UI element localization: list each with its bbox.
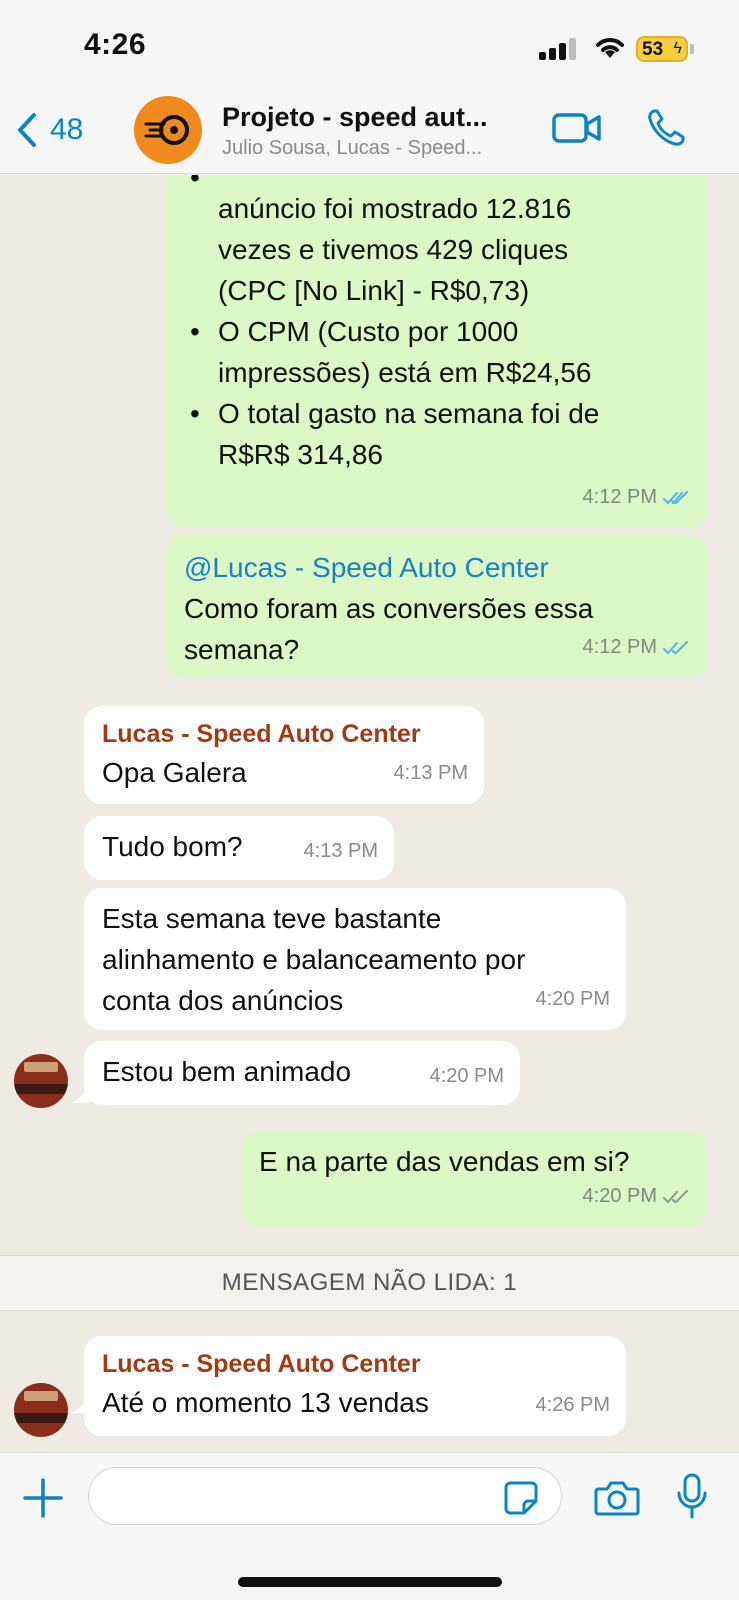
charging-icon: ϟ <box>673 40 682 57</box>
home-indicator <box>238 1577 502 1587</box>
message-meta: 4:20 PM <box>536 979 610 1020</box>
bullet-partial: anúncio foi mostrado 12.816 vezes e tive… <box>184 175 689 311</box>
message-time: 4:26 PM <box>535 1394 610 1416</box>
message-meta: 4:12 PM <box>583 477 691 518</box>
chat-participants[interactable]: Julio Sousa, Lucas - Speed... <box>222 137 482 160</box>
speed-logo-icon <box>144 115 189 145</box>
unread-divider: MENSAGEM NÃO LIDA: 1 <box>0 1255 739 1311</box>
group-avatar[interactable] <box>134 96 202 164</box>
message-bubble-incoming[interactable]: Lucas - Speed Auto Center Até o momento … <box>84 1336 626 1436</box>
cut-off-line <box>218 175 689 188</box>
message-bubble-incoming[interactable]: Lucas - Speed Auto Center Opa Galera 4:1… <box>84 706 484 804</box>
composer-bar <box>0 1452 739 1600</box>
message-bubble-outgoing[interactable]: E na parte das vendas em si? 4:20 PM <box>241 1131 707 1227</box>
avatar-sign <box>24 1391 58 1401</box>
battery-nub <box>690 44 694 54</box>
bullet-cpm: O CPM (Custo por 1000 impressões) está e… <box>184 311 634 393</box>
sender-name[interactable]: Lucas - Speed Auto Center <box>102 1346 608 1382</box>
message-text: Esta semana teve bastante alinhamento e … <box>102 903 526 1016</box>
plus-icon[interactable] <box>22 1477 64 1519</box>
battery-icon: 53 ϟ <box>636 36 688 62</box>
chevron-left-icon <box>18 113 36 147</box>
message-bubble-incoming[interactable]: Estou bem animado 4:20 PM <box>84 1041 520 1105</box>
message-text: Como foram as conversões essa semana? <box>184 593 594 665</box>
message-meta: 4:20 PM <box>430 1056 504 1097</box>
message-meta: 4:13 PM <box>304 831 378 872</box>
status-bar: 4:26 53 ϟ <box>0 0 739 100</box>
avatar-stripe <box>14 1413 68 1423</box>
avatar-stripe <box>14 1084 68 1094</box>
chat-messages[interactable]: anúncio foi mostrado 12.816 vezes e tive… <box>0 175 739 1452</box>
microphone-icon[interactable] <box>676 1473 708 1519</box>
message-line: anúncio foi mostrado 12.816 <box>218 193 572 224</box>
message-meta: 4:20 PM <box>583 1176 691 1217</box>
message-meta: 4:12 PM <box>583 627 691 668</box>
message-time: 4:12 PM <box>582 636 657 658</box>
read-ticks-icon <box>663 490 688 504</box>
wifi-icon <box>596 38 624 58</box>
message-time: 4:13 PM <box>393 762 468 784</box>
message-line: vezes e tivemos 429 cliques <box>218 234 569 265</box>
message-bubble-outgoing[interactable]: anúncio foi mostrado 12.816 vezes e tive… <box>166 175 707 528</box>
phone-call-icon[interactable] <box>646 108 686 148</box>
sticker-icon[interactable] <box>504 1481 538 1515</box>
camera-icon[interactable] <box>594 1479 640 1517</box>
battery-level: 53 <box>642 39 664 60</box>
delivered-ticks-icon <box>663 1189 688 1203</box>
message-bullets: anúncio foi mostrado 12.816 vezes e tive… <box>184 175 689 475</box>
message-text: Até o momento 13 vendas <box>102 1387 429 1418</box>
message-bubble-incoming[interactable]: Tudo bom? 4:13 PM <box>84 816 394 880</box>
sender-name[interactable]: Lucas - Speed Auto Center <box>102 716 466 752</box>
avatar-sign <box>24 1062 58 1072</box>
chat-title[interactable]: Projeto - speed aut... <box>222 102 488 133</box>
sender-avatar[interactable] <box>14 1054 68 1108</box>
sender-avatar[interactable] <box>14 1383 68 1437</box>
message-meta: 4:26 PM <box>536 1385 610 1426</box>
message-time: 4:20 PM <box>535 988 610 1010</box>
message-time: 4:12 PM <box>582 486 657 508</box>
message-bubble-outgoing[interactable]: @Lucas - Speed Auto Center Como foram as… <box>166 535 707 678</box>
signal-icon <box>539 38 579 60</box>
status-time: 4:26 <box>84 28 147 61</box>
read-ticks-icon <box>663 640 688 654</box>
message-time: 4:13 PM <box>303 840 378 862</box>
bullet-total: O total gasto na semana foi de R$R$ 314,… <box>184 393 654 475</box>
chat-header: 48 Projeto - speed aut... Julio Sousa, L… <box>0 96 739 174</box>
message-bubble-incoming[interactable]: Esta semana teve bastante alinhamento e … <box>84 888 626 1030</box>
video-call-icon[interactable] <box>552 110 602 146</box>
message-time: 4:20 PM <box>429 1065 504 1087</box>
message-input[interactable] <box>88 1467 562 1525</box>
unread-chats-count: 48 <box>50 113 84 146</box>
message-line: (CPC [No Link] - R$0,73) <box>218 275 530 306</box>
mention-link[interactable]: @Lucas - Speed Auto Center <box>184 547 689 588</box>
back-button[interactable]: 48 <box>16 106 83 154</box>
message-meta: 4:13 PM <box>394 753 468 794</box>
message-time: 4:20 PM <box>582 1185 657 1207</box>
